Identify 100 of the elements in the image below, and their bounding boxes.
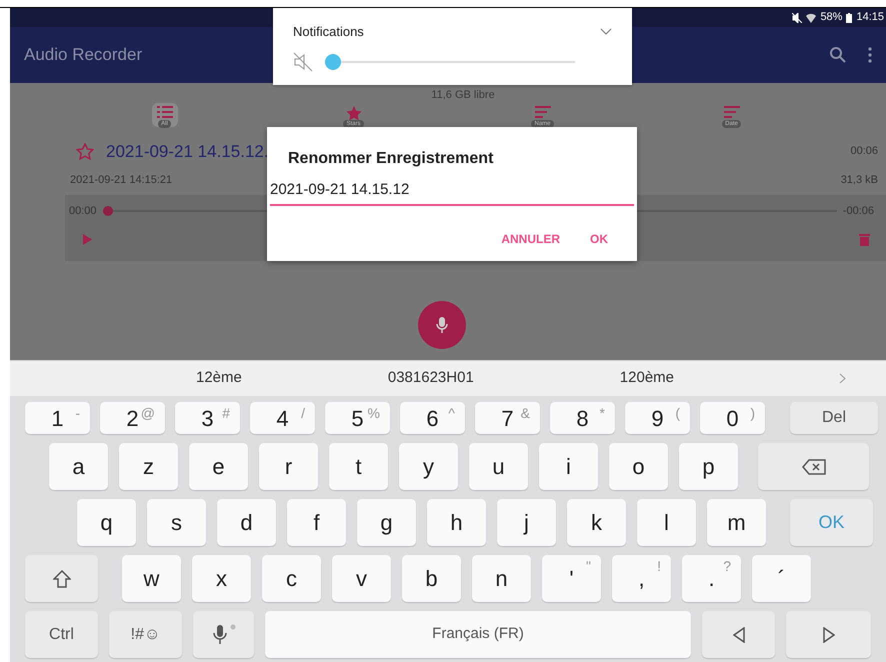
record-button[interactable] [418,300,466,348]
key[interactable]: y [399,443,458,490]
key[interactable]: z [119,443,178,490]
duration-text: 00:06 [850,144,878,159]
more-icon[interactable] [868,47,872,63]
chevron-down-icon[interactable] [600,28,612,36]
key[interactable]: x [192,555,251,602]
dialog-title: Renommer Enregistrement [288,149,494,169]
position-text: 00:00 [69,204,97,218]
status-time: 14:15 [856,10,884,26]
key[interactable]: f [287,499,346,546]
suggestion[interactable]: 12ème [196,367,242,390]
battery-icon [846,12,852,22]
secondary-symbol: % [368,404,380,423]
secondary-symbol: ! [657,557,661,576]
backspace-icon [802,458,826,474]
key[interactable]: m [707,499,766,546]
key[interactable]: s [147,499,206,546]
mic-key[interactable] [193,611,254,658]
key[interactable]: c [262,555,321,602]
storage-text: 11,6 GB libre [430,88,495,103]
key[interactable]: r [259,443,318,490]
key[interactable]: 4 / [250,402,315,434]
key[interactable]: 6 ^ [400,402,465,434]
right-arrow-icon [822,626,834,642]
function-key[interactable]: !#☺ [109,611,182,658]
key[interactable]: v [332,555,391,602]
secondary-symbol: ? [723,557,731,576]
speaker-muted-icon[interactable] [293,52,313,72]
key[interactable]: j [497,499,556,546]
secondary-symbol: @ [140,404,155,423]
key[interactable]: q [77,499,136,546]
microphone-icon [210,622,236,646]
star-icon [346,106,362,120]
list-icon [156,106,172,118]
left-key[interactable] [702,611,775,658]
shift-key[interactable] [25,555,98,602]
chevron-right-icon[interactable] [839,373,846,384]
trash-icon[interactable] [859,233,870,246]
suggestion[interactable]: 0381623H01 [388,367,474,390]
key[interactable]: ´ [752,555,811,602]
key[interactable]: 3 # [175,402,240,434]
name-input[interactable]: 2021-09-21 14.15.12 [270,179,634,206]
secondary-symbol: / [301,404,305,423]
seek-thumb[interactable] [102,206,113,216]
mute-icon [792,12,802,22]
space-key[interactable]: Français (FR) [265,611,691,658]
sort-icon [724,106,740,118]
function-key[interactable]: Ctrl [25,611,98,658]
secondary-symbol: ^ [448,404,455,423]
recording-date: 2021-09-21 14:15:21 [70,173,172,188]
key[interactable]: a [49,443,108,490]
key[interactable]: 5 % [325,402,390,434]
key[interactable]: , ! [612,555,671,602]
microphone-icon [436,316,448,332]
sort-icon [534,106,550,118]
key[interactable]: g [357,499,416,546]
key[interactable]: e [189,443,248,490]
key[interactable]: 7 & [475,402,540,434]
shift-icon [52,570,70,588]
key[interactable]: 9 ( [625,402,690,434]
key[interactable]: k [567,499,626,546]
key[interactable]: n [472,555,531,602]
key[interactable]: t [329,443,388,490]
key[interactable]: o [609,443,668,490]
function-key[interactable]: Del [790,402,878,434]
key[interactable]: u [469,443,528,490]
secondary-symbol: - [75,404,80,423]
volume-slider[interactable] [325,54,575,70]
play-icon[interactable] [83,234,92,245]
key[interactable]: ' " [542,555,601,602]
key[interactable]: 0 ) [700,402,765,434]
secondary-symbol: # [222,404,230,423]
panel-title: Notifications [293,23,365,41]
key[interactable]: l [637,499,696,546]
slider-thumb[interactable] [325,54,341,70]
wifi-icon [806,12,816,22]
size-text: 31,3 kB [840,173,878,188]
left-arrow-icon [732,626,744,642]
search-icon[interactable] [830,47,846,63]
key[interactable]: 1 - [25,402,90,434]
secondary-symbol: ) [750,404,755,423]
key[interactable]: 8 * [550,402,615,434]
backspace-key[interactable] [758,443,869,490]
suggestion[interactable]: 120ème [620,367,674,390]
battery-percent: 58% [820,10,842,26]
secondary-symbol: " [586,557,591,576]
app-title: Audio Recorder [24,44,142,66]
key[interactable]: . ? [682,555,741,602]
key[interactable]: b [402,555,461,602]
key[interactable]: 2@ [100,402,165,434]
key[interactable]: i [539,443,598,490]
key[interactable]: p [679,443,738,490]
secondary-symbol: * [600,404,605,423]
key[interactable]: h [427,499,486,546]
star-outline-icon[interactable] [76,142,94,160]
key[interactable]: d [217,499,276,546]
secondary-symbol: & [520,404,530,423]
key[interactable]: w [122,555,181,602]
secondary-symbol: ( [675,404,680,423]
